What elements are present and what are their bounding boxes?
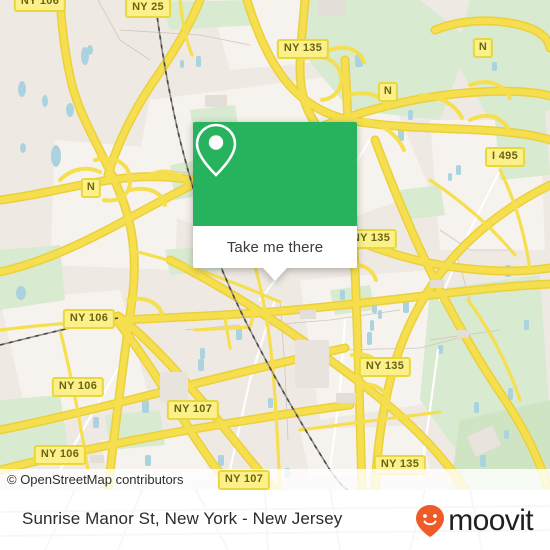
road-shield: NY 135: [358, 357, 412, 377]
road-shield: NY 107: [217, 470, 271, 490]
road-shield: NY 106: [51, 377, 105, 397]
road-shield: NY 25: [125, 0, 171, 18]
map-screenshot: .rd { fill:none; stroke:#f6df4f; stroke-…: [0, 0, 550, 550]
road-shield: NY 106: [62, 309, 116, 329]
road-shield: NY 135: [276, 39, 330, 59]
road-shield: I 495: [485, 147, 525, 167]
road-shield: NY 106: [33, 445, 87, 465]
take-me-there-button[interactable]: Take me there: [193, 226, 357, 268]
attribution-text: © OpenStreetMap contributors: [7, 472, 184, 487]
location-pin-icon: [195, 123, 237, 177]
popup-icon-area: [193, 122, 357, 226]
page-title: Sunrise Manor St, New York - New Jersey: [22, 509, 343, 528]
footer-bar: Sunrise Manor St, New York - New Jersey …: [0, 490, 550, 550]
road-shield: N: [377, 82, 399, 102]
moovit-smiley-pin-icon: [416, 505, 445, 537]
take-me-there-label: Take me there: [226, 238, 324, 256]
moovit-logo[interactable]: moovit: [414, 504, 534, 538]
road-shield: N: [80, 178, 102, 198]
road-shield: NY 107: [166, 400, 220, 420]
map-attribution-bar: © OpenStreetMap contributors: [0, 469, 550, 490]
moovit-wordmark: moovit: [448, 504, 533, 537]
location-popup-card[interactable]: Take me there: [193, 122, 357, 281]
popup-tail: [263, 268, 287, 281]
map-canvas[interactable]: .rd { fill:none; stroke:#f6df4f; stroke-…: [0, 0, 550, 490]
road-shield: N: [472, 38, 494, 58]
road-shield: NY 106: [13, 0, 67, 12]
